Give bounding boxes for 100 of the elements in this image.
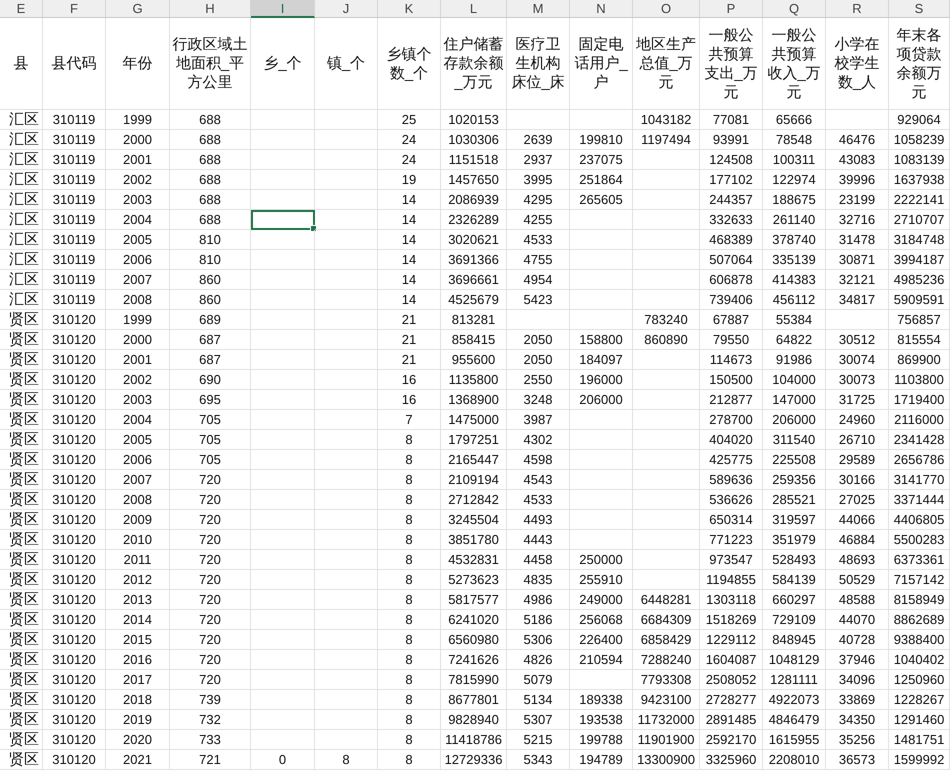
- table-cell: 2000: [123, 332, 152, 347]
- table-cell: 13300900: [637, 752, 695, 767]
- table-cell: 4255: [524, 212, 552, 227]
- table-cell: 589636: [709, 472, 753, 487]
- column-header[interactable]: F: [43, 0, 106, 18]
- selected-cell[interactable]: [251, 210, 315, 230]
- table-cell: 2050: [524, 332, 552, 347]
- column-header[interactable]: Q: [763, 0, 826, 18]
- table-cell: 55384: [776, 312, 812, 327]
- table-cell: 251864: [579, 172, 623, 187]
- table-cell: 3184748: [894, 232, 944, 247]
- column-header[interactable]: O: [633, 0, 700, 18]
- table-cell: 689: [199, 312, 221, 327]
- table-cell: 21: [402, 352, 416, 367]
- table-cell: 34817: [838, 292, 876, 307]
- column-header[interactable]: J: [315, 0, 378, 18]
- table-cell: 310120: [52, 672, 96, 687]
- table-cell: 37946: [838, 652, 876, 667]
- table-cell: 310120: [52, 372, 96, 387]
- table-cell: 43083: [838, 152, 876, 167]
- table-cell: 2007: [123, 272, 152, 287]
- column-header[interactable]: H: [170, 0, 251, 18]
- table-cell: 汇区: [9, 130, 39, 149]
- column-header[interactable]: I: [251, 0, 315, 18]
- table-cell: 4302: [524, 432, 552, 447]
- table-cell: 237075: [579, 152, 623, 167]
- table-cell: 688: [199, 152, 221, 167]
- table-cell: 2008: [123, 292, 152, 307]
- table-cell: 869900: [897, 352, 941, 367]
- table-cell: 660297: [772, 592, 816, 607]
- table-cell: 690: [199, 372, 221, 387]
- table-cell: 687: [199, 332, 221, 347]
- column-header[interactable]: G: [106, 0, 170, 18]
- table-cell: 4525679: [448, 292, 499, 307]
- table-cell: 848945: [772, 632, 816, 647]
- header-cell-text: 一般公共预算收入_万元: [766, 26, 822, 102]
- table-cell: 8: [405, 632, 413, 647]
- table-cell: 贤区: [9, 670, 39, 689]
- table-cell: 310120: [52, 472, 96, 487]
- table-cell: 1083139: [894, 152, 944, 167]
- column-header[interactable]: E: [0, 0, 43, 18]
- table-cell: 8: [405, 452, 413, 467]
- table-cell: 31478: [838, 232, 876, 247]
- table-cell: 310120: [52, 752, 96, 767]
- table-cell: 705: [199, 432, 221, 447]
- table-cell: 860: [199, 272, 221, 287]
- table-cell: 8: [405, 572, 413, 587]
- table-cell: 2592170: [706, 732, 756, 747]
- table-cell: 2003: [123, 192, 152, 207]
- table-cell: 688: [199, 212, 221, 227]
- table-cell: 4985236: [894, 272, 944, 287]
- table-cell: 汇区: [9, 110, 39, 129]
- table-cell: 5909591: [894, 292, 944, 307]
- table-cell: 2009: [123, 512, 152, 527]
- table-cell: 79550: [712, 332, 750, 347]
- table-cell: 贤区: [9, 390, 39, 409]
- table-cell: 14: [402, 192, 416, 207]
- table-cell: 456112: [772, 292, 816, 307]
- table-cell: 贤区: [9, 630, 39, 649]
- table-cell: 332633: [709, 212, 753, 227]
- column-header[interactable]: S: [889, 0, 950, 18]
- table-cell: 25: [402, 112, 416, 127]
- table-cell: 汇区: [9, 170, 39, 189]
- table-cell: 1457650: [448, 172, 499, 187]
- table-cell: 贤区: [9, 430, 39, 449]
- column-header[interactable]: L: [441, 0, 507, 18]
- column-header[interactable]: M: [507, 0, 570, 18]
- column-header[interactable]: K: [378, 0, 441, 18]
- table-cell: 5186: [524, 612, 552, 627]
- table-cell: 3371444: [894, 492, 944, 507]
- table-cell: 285521: [772, 492, 816, 507]
- table-cell: 720: [199, 532, 221, 547]
- table-cell: 4295: [524, 192, 552, 207]
- table-cell: 1194855: [706, 572, 756, 587]
- column-header[interactable]: R: [826, 0, 889, 18]
- header-cell-text: 县代码: [50, 54, 98, 73]
- table-cell: 189338: [579, 692, 623, 707]
- table-cell: 188675: [772, 192, 816, 207]
- table-cell: 310119: [52, 232, 96, 247]
- table-cell: 4458: [524, 552, 552, 567]
- table-cell: 24: [402, 132, 416, 147]
- table-cell: 4922073: [768, 692, 820, 707]
- table-cell: 6858429: [640, 632, 692, 647]
- table-cell: 2639: [524, 132, 552, 147]
- table-cell: 8: [342, 752, 350, 767]
- table-cell: 1291460: [894, 712, 944, 727]
- table-cell: 244357: [709, 192, 753, 207]
- table-cell: 650314: [709, 512, 753, 527]
- table-cell: 310120: [52, 452, 96, 467]
- table-cell: 24: [402, 152, 416, 167]
- column-header[interactable]: N: [570, 0, 633, 18]
- table-cell: 720: [199, 492, 221, 507]
- table-cell: 261140: [772, 212, 816, 227]
- table-cell: 1797251: [448, 432, 499, 447]
- table-cell: 贤区: [9, 450, 39, 469]
- table-cell: 7288240: [640, 652, 692, 667]
- table-cell: 4835: [524, 572, 552, 587]
- table-cell: 124508: [709, 152, 753, 167]
- column-header[interactable]: P: [700, 0, 763, 18]
- table-cell: 7815990: [448, 672, 499, 687]
